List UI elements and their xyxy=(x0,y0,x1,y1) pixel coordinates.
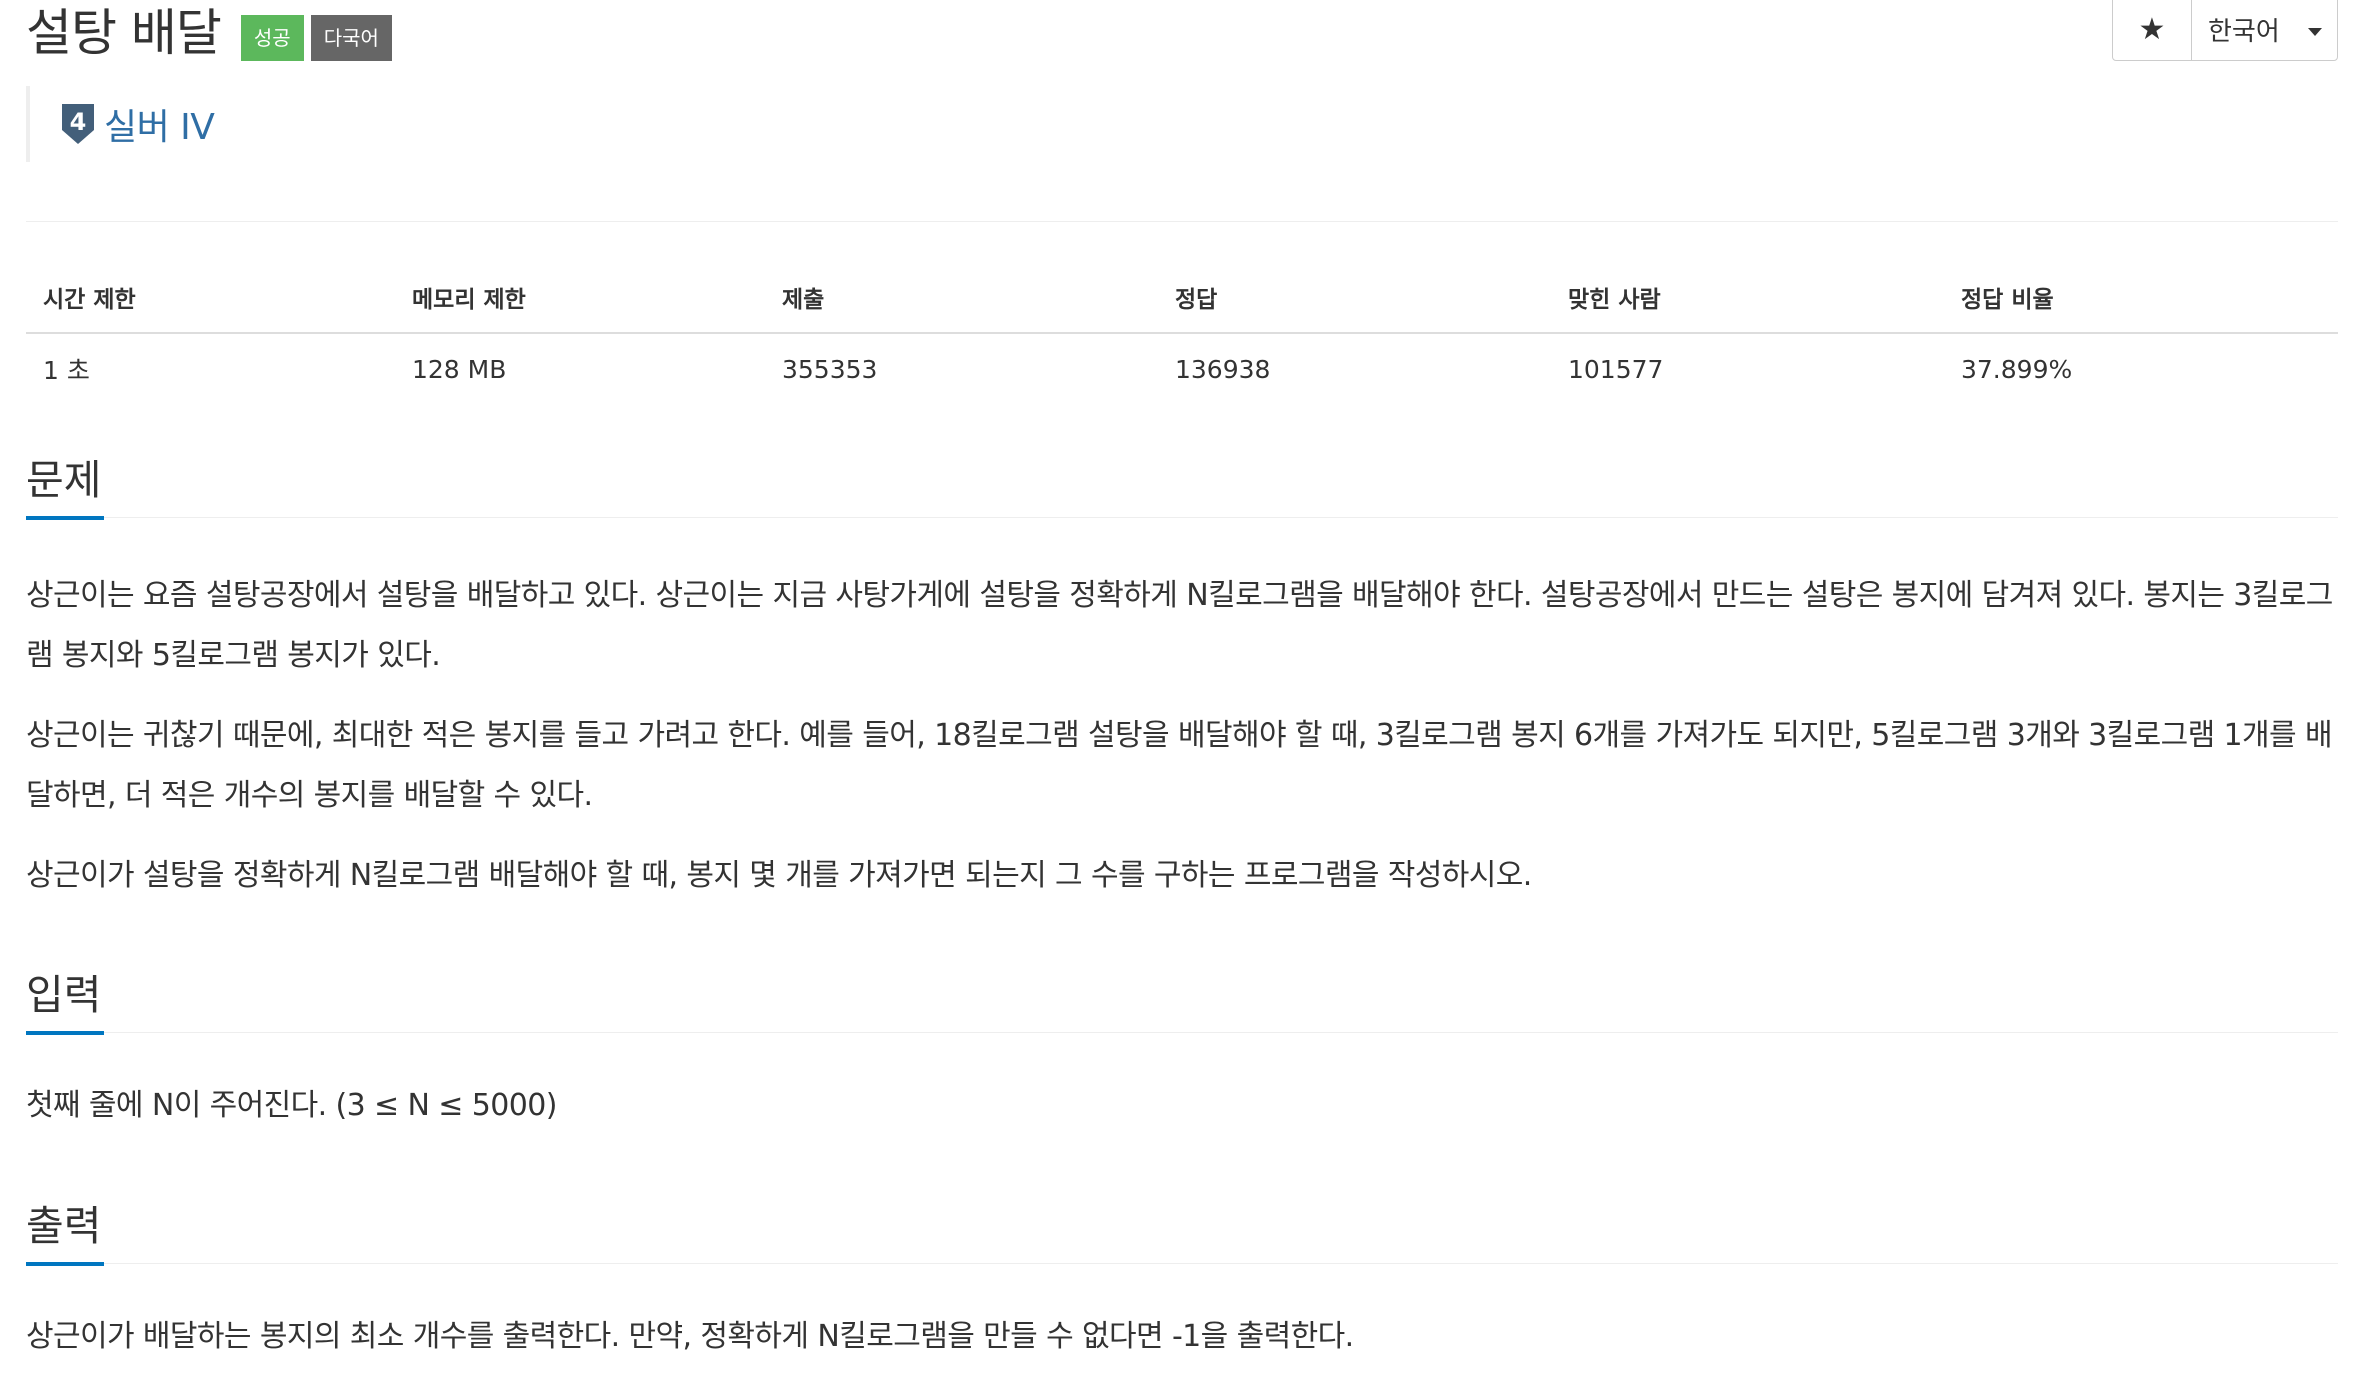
output-body: 상근이가 배달하는 봉지의 최소 개수를 출력한다. 만약, 정확하게 N킬로그… xyxy=(26,1264,2338,1367)
stat-header-solvers: 맞힌 사람 xyxy=(1551,262,1944,334)
stat-header-time-limit: 시간 제한 xyxy=(26,262,395,334)
stats-header-row: 시간 제한 메모리 제한 제출 정답 맞힌 사람 정답 비율 xyxy=(26,262,2338,334)
silver-tier-shield-icon: 4 xyxy=(62,104,94,144)
stat-header-ratio: 정답 비율 xyxy=(1944,262,2338,334)
tier-info: 4 실버 IV xyxy=(26,86,215,162)
multilang-badge[interactable]: 다국어 xyxy=(310,15,392,61)
tier-link[interactable]: 실버 IV xyxy=(104,98,215,150)
stat-header-submissions: 제출 xyxy=(765,262,1158,334)
tier-number: 4 xyxy=(70,108,87,136)
section-underline xyxy=(26,1031,104,1035)
stat-header-memory-limit: 메모리 제한 xyxy=(395,262,765,334)
header-divider xyxy=(26,221,2338,222)
stat-memory-limit: 128 MB xyxy=(412,354,507,384)
section-title-output: 출력 xyxy=(26,1202,102,1250)
output-section: 출력 상근이가 배달하는 봉지의 최소 개수를 출력한다. 만약, 정확하게 N… xyxy=(26,1201,2338,1367)
stat-solvers[interactable]: 101577 xyxy=(1551,333,1944,404)
title-row: 설탕 배달 성공 다국어 xyxy=(26,0,399,66)
problem-stats-table: 시간 제한 메모리 제한 제출 정답 맞힌 사람 정답 비율 1 초 128 M… xyxy=(26,262,2338,404)
section-title-problem: 문제 xyxy=(26,456,102,504)
stat-header-accepted: 정답 xyxy=(1158,262,1551,334)
language-dropdown[interactable]: 한국어 xyxy=(2192,0,2337,60)
problem-body: 상근이는 요즘 설탕공장에서 설탕을 배달하고 있다. 상근이는 지금 사탕가게… xyxy=(26,518,2338,906)
input-paragraph: 첫째 줄에 N이 주어진다. (3 ≤ N ≤ 5000) xyxy=(26,1088,557,1123)
input-section: 입력 첫째 줄에 N이 주어진다. (3 ≤ N ≤ 5000) xyxy=(26,970,2338,1136)
success-badge[interactable]: 성공 xyxy=(240,15,304,61)
language-label: 한국어 xyxy=(2208,17,2280,47)
top-actions: ★ 한국어 xyxy=(2112,0,2338,61)
problem-paragraph: 상근이는 요즘 설탕공장에서 설탕을 배달하고 있다. 상근이는 지금 사탕가게… xyxy=(26,578,2333,673)
problem-description-section: 문제 상근이는 요즘 설탕공장에서 설탕을 배달하고 있다. 상근이는 지금 사… xyxy=(26,455,2338,906)
caret-down-icon xyxy=(2307,27,2322,36)
stat-submissions[interactable]: 355353 xyxy=(765,333,1158,404)
section-heading: 문제 xyxy=(26,455,2338,520)
section-title-input: 입력 xyxy=(26,971,102,1019)
section-underline xyxy=(26,516,104,520)
stat-time-limit: 1 초 xyxy=(43,356,90,385)
section-heading: 출력 xyxy=(26,1201,2338,1266)
input-body: 첫째 줄에 N이 주어진다. (3 ≤ N ≤ 5000) xyxy=(26,1033,2338,1136)
star-icon: ★ xyxy=(2138,12,2166,47)
section-underline xyxy=(26,1262,104,1266)
favorite-star-button[interactable]: ★ xyxy=(2113,0,2192,60)
output-paragraph: 상근이가 배달하는 봉지의 최소 개수를 출력한다. 만약, 정확하게 N킬로그… xyxy=(26,1319,1354,1354)
problem-title: 설탕 배달 xyxy=(26,4,222,62)
stat-ratio: 37.899% xyxy=(1961,354,2073,384)
stats-value-row: 1 초 128 MB 355353 136938 101577 37.899% xyxy=(26,333,2338,404)
problem-paragraph: 상근이가 설탕을 정확하게 N킬로그램 배달해야 할 때, 봉지 몇 개를 가져… xyxy=(26,858,1532,893)
problem-paragraph: 상근이는 귀찮기 때문에, 최대한 적은 봉지를 들고 가려고 한다. 예를 들… xyxy=(26,718,2333,813)
stat-accepted[interactable]: 136938 xyxy=(1158,333,1551,404)
section-heading: 입력 xyxy=(26,970,2338,1035)
